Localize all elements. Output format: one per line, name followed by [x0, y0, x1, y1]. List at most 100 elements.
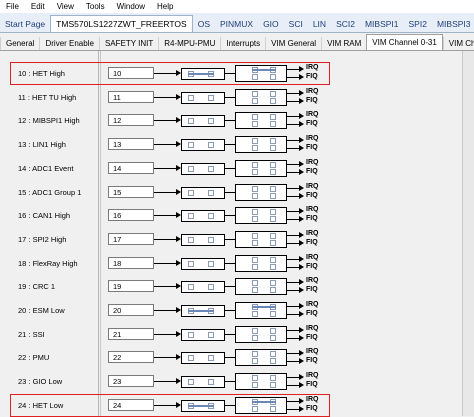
channel-number-field[interactable]: 16: [108, 209, 154, 222]
enable-checkbox[interactable]: [188, 284, 194, 291]
irq-alt-checkbox[interactable]: [252, 239, 258, 246]
tab-pinmux[interactable]: PINMUX: [215, 16, 258, 32]
wakeup-checkbox[interactable]: [208, 142, 214, 149]
wakeup-checkbox[interactable]: [208, 213, 214, 220]
fiq-alt-checkbox[interactable]: [270, 239, 276, 246]
subtab-vim-channe[interactable]: VIM Channe: [442, 37, 474, 50]
fiq-alt-checkbox[interactable]: [270, 263, 276, 270]
tab-tms570ls1227zwt-freertos[interactable]: TMS570LS1227ZWT_FREERTOS: [50, 15, 193, 32]
subtab-safety-init[interactable]: SAFETY INIT: [98, 37, 158, 50]
enable-checkbox[interactable]: [188, 331, 194, 338]
irq-checkbox[interactable]: [252, 90, 258, 97]
fiq-checkbox[interactable]: [270, 375, 276, 382]
channel-number-field[interactable]: 13: [108, 138, 154, 151]
tab-mibspi1[interactable]: MIBSPI1: [360, 16, 404, 32]
irq-alt-checkbox[interactable]: [252, 382, 258, 389]
irq-alt-checkbox[interactable]: [252, 287, 258, 294]
wakeup-checkbox[interactable]: [208, 284, 214, 291]
fiq-checkbox[interactable]: [270, 327, 276, 334]
wakeup-checkbox[interactable]: [208, 189, 214, 196]
menu-window[interactable]: Window: [111, 0, 151, 13]
fiq-alt-checkbox[interactable]: [270, 192, 276, 199]
enable-checkbox[interactable]: [188, 118, 194, 125]
irq-checkbox[interactable]: [252, 138, 258, 145]
channel-number-field[interactable]: 14: [108, 161, 154, 174]
channel-number-field[interactable]: 11: [108, 90, 154, 103]
fiq-checkbox[interactable]: [270, 232, 276, 239]
subtab-interrupts[interactable]: Interrupts: [220, 37, 265, 50]
irq-alt-checkbox[interactable]: [252, 216, 258, 223]
channel-number-field[interactable]: 17: [108, 232, 154, 245]
fiq-checkbox[interactable]: [270, 114, 276, 121]
enable-checkbox[interactable]: [188, 379, 194, 386]
wakeup-checkbox[interactable]: [208, 331, 214, 338]
channel-number-field[interactable]: 20: [108, 304, 154, 316]
irq-alt-checkbox[interactable]: [252, 168, 258, 175]
irq-checkbox[interactable]: [252, 256, 258, 263]
irq-checkbox[interactable]: [252, 161, 258, 168]
tab-gio[interactable]: GIO: [258, 16, 284, 32]
wakeup-checkbox[interactable]: [208, 236, 214, 243]
fiq-alt-checkbox[interactable]: [270, 287, 276, 294]
irq-alt-checkbox[interactable]: [252, 358, 258, 365]
wakeup-checkbox[interactable]: [208, 355, 214, 362]
channel-number-field[interactable]: 23: [108, 375, 154, 388]
menu-tools[interactable]: Tools: [80, 0, 111, 13]
irq-alt-checkbox[interactable]: [252, 121, 258, 128]
enable-checkbox[interactable]: [188, 260, 194, 267]
menu-help[interactable]: Help: [151, 0, 179, 13]
subtab-vim-channel-0-31[interactable]: VIM Channel 0-31: [366, 34, 443, 50]
wakeup-checkbox[interactable]: [208, 118, 214, 125]
menu-view[interactable]: View: [51, 0, 80, 13]
fiq-checkbox[interactable]: [270, 161, 276, 168]
fiq-alt-checkbox[interactable]: [270, 168, 276, 175]
tab-start-page[interactable]: Start Page: [0, 16, 50, 32]
wakeup-checkbox[interactable]: [208, 94, 214, 101]
fiq-checkbox[interactable]: [270, 209, 276, 216]
fiq-alt-checkbox[interactable]: [270, 97, 276, 104]
tab-sci[interactable]: SCI: [284, 16, 308, 32]
fiq-alt-checkbox[interactable]: [270, 334, 276, 341]
wakeup-checkbox[interactable]: [208, 379, 214, 386]
channel-number-field[interactable]: 15: [108, 185, 154, 198]
irq-alt-checkbox[interactable]: [252, 192, 258, 199]
enable-checkbox[interactable]: [188, 165, 194, 172]
irq-alt-checkbox[interactable]: [252, 97, 258, 104]
menu-file[interactable]: File: [0, 0, 25, 13]
enable-checkbox[interactable]: [188, 355, 194, 362]
subtab-vim-ram[interactable]: VIM RAM: [321, 37, 366, 50]
fiq-alt-checkbox[interactable]: [270, 216, 276, 223]
enable-checkbox[interactable]: [188, 213, 194, 220]
irq-checkbox[interactable]: [252, 185, 258, 192]
fiq-checkbox[interactable]: [270, 185, 276, 192]
tab-os[interactable]: OS: [193, 16, 215, 32]
irq-checkbox[interactable]: [252, 280, 258, 287]
irq-alt-checkbox[interactable]: [252, 334, 258, 341]
enable-checkbox[interactable]: [188, 236, 194, 243]
irq-checkbox[interactable]: [252, 327, 258, 334]
wakeup-checkbox[interactable]: [208, 165, 214, 172]
menu-edit[interactable]: Edit: [25, 0, 51, 13]
fiq-alt-checkbox[interactable]: [270, 382, 276, 389]
tab-lin[interactable]: LIN: [308, 16, 331, 32]
tab-sci2[interactable]: SCI2: [331, 16, 360, 32]
fiq-checkbox[interactable]: [270, 90, 276, 97]
subtab-vim-general[interactable]: VIM General: [265, 37, 321, 50]
irq-checkbox[interactable]: [252, 114, 258, 121]
irq-alt-checkbox[interactable]: [252, 311, 258, 317]
enable-checkbox[interactable]: [188, 94, 194, 101]
fiq-checkbox[interactable]: [270, 280, 276, 287]
fiq-alt-checkbox[interactable]: [270, 358, 276, 365]
irq-alt-checkbox[interactable]: [252, 263, 258, 270]
subtab-r4-mpu-pmu[interactable]: R4-MPU-PMU: [158, 37, 220, 50]
wakeup-checkbox[interactable]: [208, 260, 214, 267]
irq-checkbox[interactable]: [252, 351, 258, 358]
vertical-scrollbar[interactable]: [462, 51, 474, 416]
enable-checkbox[interactable]: [188, 142, 194, 149]
fiq-alt-checkbox[interactable]: [270, 311, 276, 317]
channel-number-field[interactable]: 22: [108, 351, 154, 364]
subtab-driver-enable[interactable]: Driver Enable: [39, 37, 98, 50]
tab-mibspi3[interactable]: MIBSPI3: [432, 16, 474, 32]
tab-spi2[interactable]: SPI2: [404, 16, 432, 32]
irq-checkbox[interactable]: [252, 232, 258, 239]
